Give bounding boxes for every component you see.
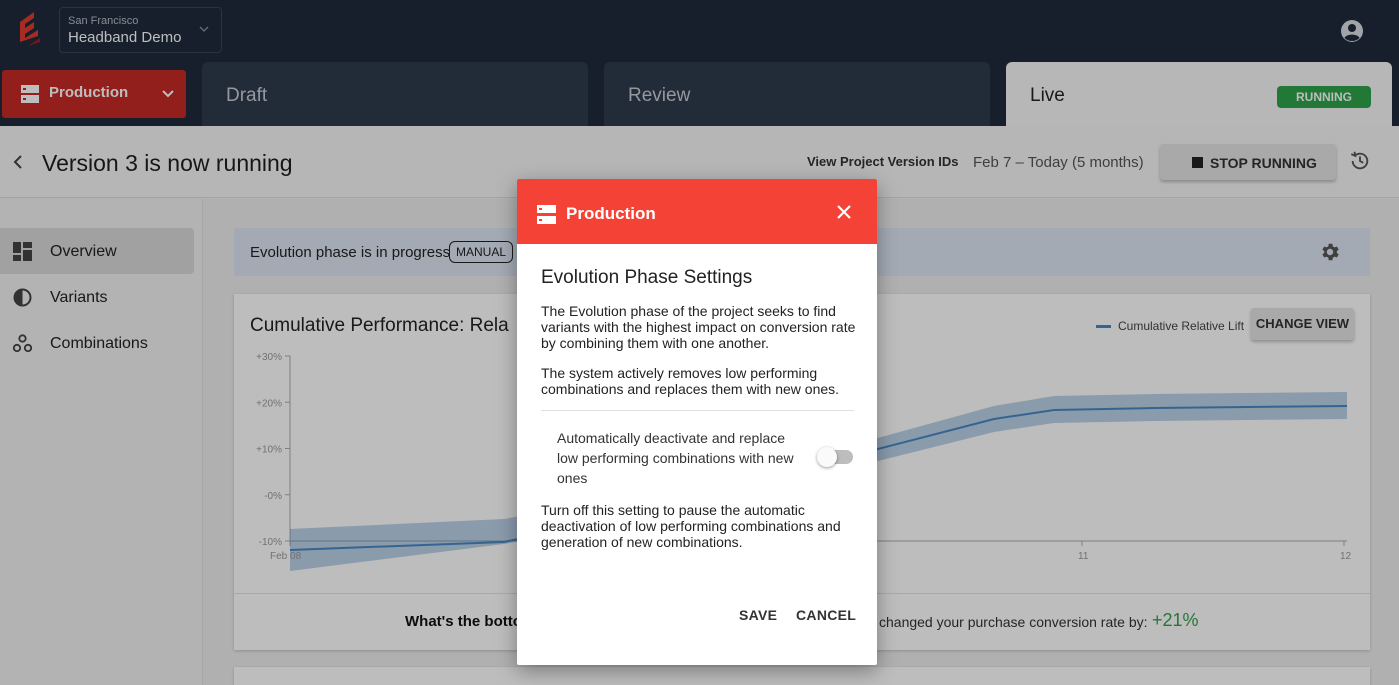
dialog-header: Production	[517, 179, 877, 244]
server-icon	[537, 205, 556, 224]
close-icon[interactable]	[836, 204, 852, 220]
cancel-button[interactable]: CANCEL	[796, 607, 856, 623]
toggle-label: Automatically deactivate and replace low…	[557, 430, 794, 486]
dialog-header-label: Production	[566, 204, 656, 223]
dialog-description: The system actively removes low performi…	[541, 365, 840, 397]
dialog-description: The Evolution phase of the project seeks…	[541, 303, 856, 351]
dialog-note: Turn off this setting to pause the autom…	[541, 502, 841, 550]
evolution-settings-dialog: Production Evolution Phase Settings The …	[517, 179, 877, 665]
dialog-title: Evolution Phase Settings	[541, 267, 753, 288]
toggle-thumb[interactable]	[817, 447, 837, 467]
save-button[interactable]: SAVE	[739, 607, 777, 623]
divider	[541, 410, 854, 411]
